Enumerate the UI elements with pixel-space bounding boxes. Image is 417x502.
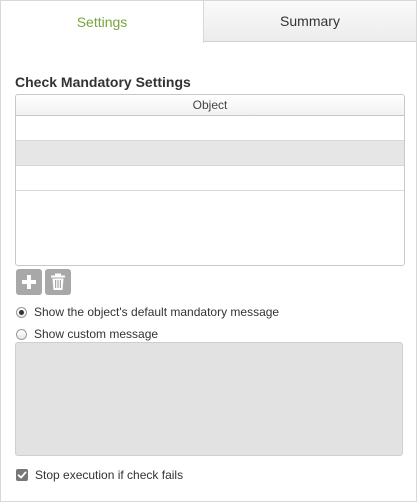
custom-message-textarea[interactable] <box>15 342 403 456</box>
settings-panel: Settings Summary Check Mandatory Setting… <box>0 0 417 502</box>
checkmark-icon <box>17 471 27 479</box>
tab-summary[interactable]: Summary <box>204 1 416 42</box>
trash-icon <box>51 273 65 290</box>
add-button[interactable] <box>16 269 42 295</box>
table-row[interactable] <box>16 166 404 191</box>
grid-header-object[interactable]: Object <box>16 95 404 116</box>
table-row[interactable] <box>16 141 404 166</box>
custom-message-radio[interactable] <box>16 328 27 340</box>
plus-icon <box>22 275 36 289</box>
default-message-radio[interactable] <box>16 306 27 318</box>
default-message-label: Show the object's default mandatory mess… <box>34 305 280 319</box>
table-row[interactable] <box>16 116 404 141</box>
object-grid[interactable]: Object <box>15 94 405 266</box>
tab-settings[interactable]: Settings <box>1 1 204 43</box>
tab-bar: Settings Summary <box>1 1 416 43</box>
custom-message-option[interactable]: Show custom message <box>16 327 158 341</box>
section-title: Check Mandatory Settings <box>15 74 191 90</box>
stop-execution-label: Stop execution if check fails <box>35 468 184 482</box>
stop-execution-option[interactable]: Stop execution if check fails <box>16 468 183 482</box>
grid-toolbar <box>16 269 71 295</box>
stop-execution-checkbox[interactable] <box>16 469 28 481</box>
default-message-option[interactable]: Show the object's default mandatory mess… <box>16 305 279 319</box>
custom-message-label: Show custom message <box>34 327 159 341</box>
delete-button[interactable] <box>45 269 71 295</box>
